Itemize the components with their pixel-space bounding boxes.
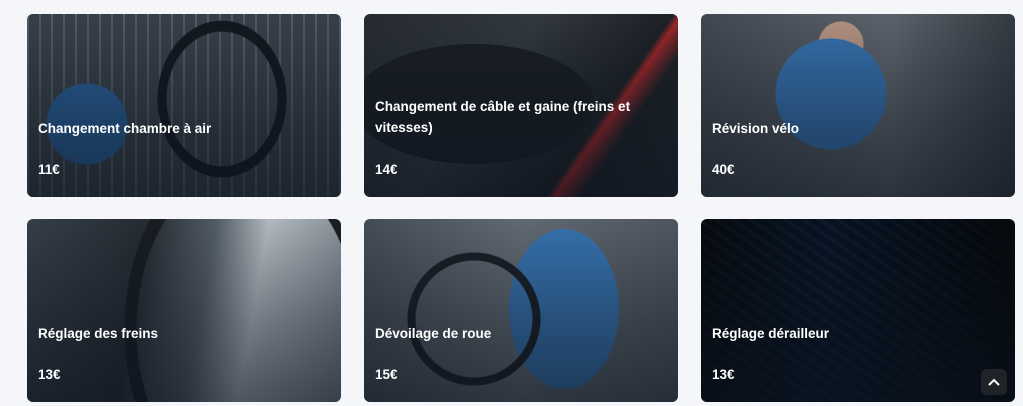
service-price: 40€ — [712, 162, 735, 177]
chevron-up-icon — [988, 378, 1000, 386]
service-price: 15€ — [375, 367, 398, 382]
service-title: Réglage dérailleur — [712, 326, 830, 341]
service-title: Dévoilage de roue — [375, 326, 492, 341]
service-card-devoilage[interactable]: Dévoilage de roue 15€ — [364, 219, 678, 402]
service-card-chambre-a-air[interactable]: Changement chambre à air 11€ — [27, 14, 341, 197]
service-title: Réglage des freins — [38, 326, 159, 341]
scroll-to-top-button[interactable] — [981, 369, 1007, 395]
services-grid: Changement chambre à air 11€ Changement … — [27, 14, 1015, 402]
service-card-cable-gaine[interactable]: Changement de câble et gaine (freins et … — [364, 14, 678, 197]
service-card-derailleur[interactable]: Réglage dérailleur 13€ — [701, 219, 1015, 402]
service-title: Changement chambre à air — [38, 121, 212, 136]
service-price: 11€ — [38, 162, 60, 177]
service-card-revision[interactable]: Révision vélo 40€ — [701, 14, 1015, 197]
service-price: 13€ — [712, 367, 735, 382]
service-price: 13€ — [38, 367, 61, 382]
service-title: Révision vélo — [712, 121, 800, 136]
service-title: Changement de câble et gaine (freins et … — [375, 99, 631, 135]
service-price: 14€ — [375, 162, 398, 177]
service-card-freins[interactable]: Réglage des freins 13€ — [27, 219, 341, 402]
